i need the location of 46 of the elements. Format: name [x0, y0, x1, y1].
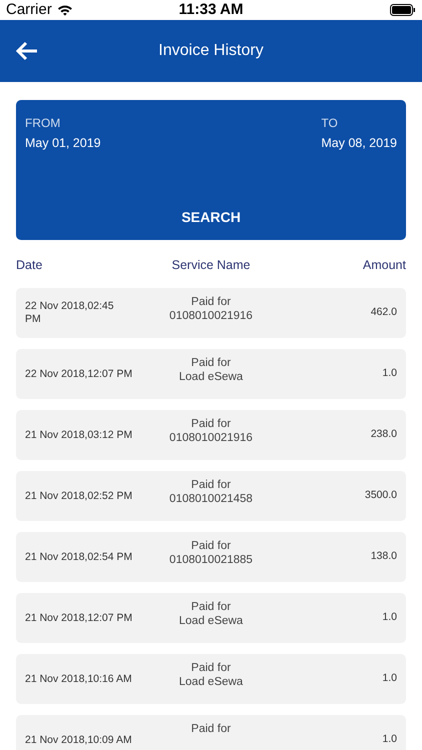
- amount-text: 1.0: [381, 366, 397, 382]
- date-text: 22 Nov 2018,12:07 PM: [25, 368, 134, 380]
- service-name-text: Paid for 0108010021885: [168, 539, 254, 567]
- amount-text: 462.0: [370, 305, 397, 320]
- back-arrow-icon: [15, 41, 39, 61]
- carrier-text: Carrier: [6, 0, 52, 20]
- service-name-text: Paid for Load eSewa: [178, 661, 244, 689]
- to-label: TO: [321, 115, 339, 132]
- battery-icon: [390, 4, 416, 16]
- date-text: 21 Nov 2018,03:12 PM: [25, 428, 134, 442]
- service-name-text: Paid for 0108010021458: [168, 478, 254, 506]
- service-name-text: Paid for 0108010021916: [168, 295, 254, 323]
- service-name-text: Paid for: [190, 722, 232, 736]
- to-date-picker[interactable]: May 08, 2019: [321, 134, 397, 153]
- amount-text: 1.0: [381, 610, 397, 626]
- from-label: FROM: [25, 115, 62, 132]
- service-name-text: Paid for Load eSewa: [178, 600, 244, 628]
- from-date-picker[interactable]: May 01, 2019: [25, 134, 101, 153]
- date-text: 22 Nov 2018,02:45 PM: [25, 300, 115, 326]
- date-text: 21 Nov 2018,12:07 PM: [25, 612, 134, 624]
- column-header: Service Name: [170, 257, 252, 274]
- amount-text: 238.0: [370, 427, 397, 442]
- clock-text: 11:33 AM: [178, 0, 244, 20]
- invoice-row[interactable]: 21 Nov 2018,10:09 AM Paid for 1.0: [16, 715, 406, 750]
- invoice-row[interactable]: 21 Nov 2018,03:12 PM Paid for 0108010021916 238.0: [16, 410, 406, 460]
- column-header: Date: [16, 257, 44, 274]
- amount-text: 3500.0: [364, 488, 397, 504]
- date-text: 21 Nov 2018,02:54 PM: [25, 550, 134, 564]
- date-text: 21 Nov 2018,02:52 PM: [25, 490, 134, 502]
- invoice-row[interactable]: 21 Nov 2018,02:52 PM Paid for 0108010021458 3500.0: [16, 471, 406, 521]
- invoice-row[interactable]: 22 Nov 2018,12:07 PM Paid for Load eSewa 1.0: [16, 349, 406, 399]
- invoice-row[interactable]: 21 Nov 2018,02:54 PM Paid for 0108010021885 138.0: [16, 532, 406, 582]
- invoice-row[interactable]: 21 Nov 2018,12:07 PM Paid for Load eSewa 1.0: [16, 593, 406, 643]
- screen-title: Invoice History: [158, 41, 264, 61]
- column-header: Amount: [362, 257, 406, 274]
- date-text: 21 Nov 2018,10:09 AM: [25, 734, 133, 746]
- search-button[interactable]: SEARCH: [173, 207, 249, 228]
- amount-text: 1.0: [381, 732, 397, 748]
- service-name-text: Paid for 0108010021916: [168, 417, 254, 445]
- invoice-row[interactable]: 21 Nov 2018,10:16 AM Paid for Load eSewa 1.0: [16, 654, 406, 704]
- amount-text: 138.0: [370, 549, 397, 564]
- invoice-row[interactable]: 22 Nov 2018,02:45 PM Paid for 0108010021916 462.0: [16, 288, 406, 338]
- wifi-icon: [56, 4, 73, 16]
- date-text: 21 Nov 2018,10:16 AM: [25, 672, 133, 686]
- service-name-text: Paid for Load eSewa: [178, 356, 244, 384]
- amount-text: 1.0: [381, 671, 397, 686]
